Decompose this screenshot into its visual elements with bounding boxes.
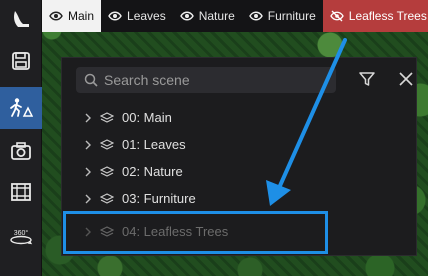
tab-leaves[interactable]: Leaves xyxy=(101,0,173,32)
tab-label: Nature xyxy=(198,9,235,23)
scene-item-leaves[interactable]: 01: Leaves xyxy=(62,131,418,158)
search-row xyxy=(76,66,413,94)
layers-icon xyxy=(100,111,114,123)
eye-icon xyxy=(49,11,63,21)
eye-icon xyxy=(248,11,263,21)
scene-item-label: 02: Nature xyxy=(122,164,183,179)
logo-icon xyxy=(14,11,29,27)
character-tool-button[interactable] xyxy=(0,87,42,129)
eye-icon xyxy=(179,11,194,21)
chevron-right-icon[interactable] xyxy=(82,140,94,150)
chevron-right-icon[interactable] xyxy=(82,194,94,204)
tab-leafless-trees[interactable]: Leafless Trees xyxy=(322,0,428,32)
close-icon[interactable] xyxy=(398,71,414,87)
layers-icon xyxy=(100,138,114,150)
360-label: 360° xyxy=(14,229,29,237)
tab-label: Furniture xyxy=(267,9,316,23)
film-icon xyxy=(11,183,31,201)
scene-item-label: 01: Leaves xyxy=(122,137,186,152)
tab-label: Leafless Trees xyxy=(348,9,427,23)
character-icon xyxy=(10,98,33,117)
film-button[interactable] xyxy=(0,175,42,209)
chevron-right-icon[interactable] xyxy=(82,113,94,123)
scene-item-nature[interactable]: 02: Nature xyxy=(62,158,418,185)
layers-icon xyxy=(100,165,114,177)
scene-item-furniture[interactable]: 03: Furniture xyxy=(62,185,418,212)
tab-label: Main xyxy=(68,9,95,23)
layers-icon xyxy=(100,192,114,204)
scene-item-label: 00: Main xyxy=(122,110,172,125)
save-icon xyxy=(12,52,30,70)
chevron-right-icon[interactable] xyxy=(82,167,94,177)
360-icon: 360° xyxy=(10,229,33,245)
search-icon xyxy=(84,73,98,87)
tab-furniture[interactable]: Furniture xyxy=(242,0,323,32)
scene-item-main[interactable]: 00: Main xyxy=(62,104,418,131)
filter-icon[interactable] xyxy=(358,70,376,88)
eye-icon xyxy=(108,11,122,21)
scene-item-label: 03: Furniture xyxy=(122,191,196,206)
camera-icon xyxy=(11,142,31,160)
scene-tab-bar: Main Leaves Nature Furniture Leafless Tr… xyxy=(42,0,428,32)
highlight-box xyxy=(63,211,328,254)
search-input[interactable] xyxy=(104,72,324,88)
eye-slash-icon xyxy=(330,10,344,22)
left-toolbar: 360° xyxy=(0,0,42,276)
tab-main[interactable]: Main xyxy=(42,0,102,32)
360-view-button[interactable]: 360° xyxy=(0,220,42,254)
tab-label: Leaves xyxy=(127,9,166,23)
tab-nature[interactable]: Nature xyxy=(173,0,242,32)
camera-button[interactable] xyxy=(0,134,42,168)
save-button[interactable] xyxy=(0,44,42,78)
search-box xyxy=(76,67,336,93)
logo-button[interactable] xyxy=(0,2,42,36)
